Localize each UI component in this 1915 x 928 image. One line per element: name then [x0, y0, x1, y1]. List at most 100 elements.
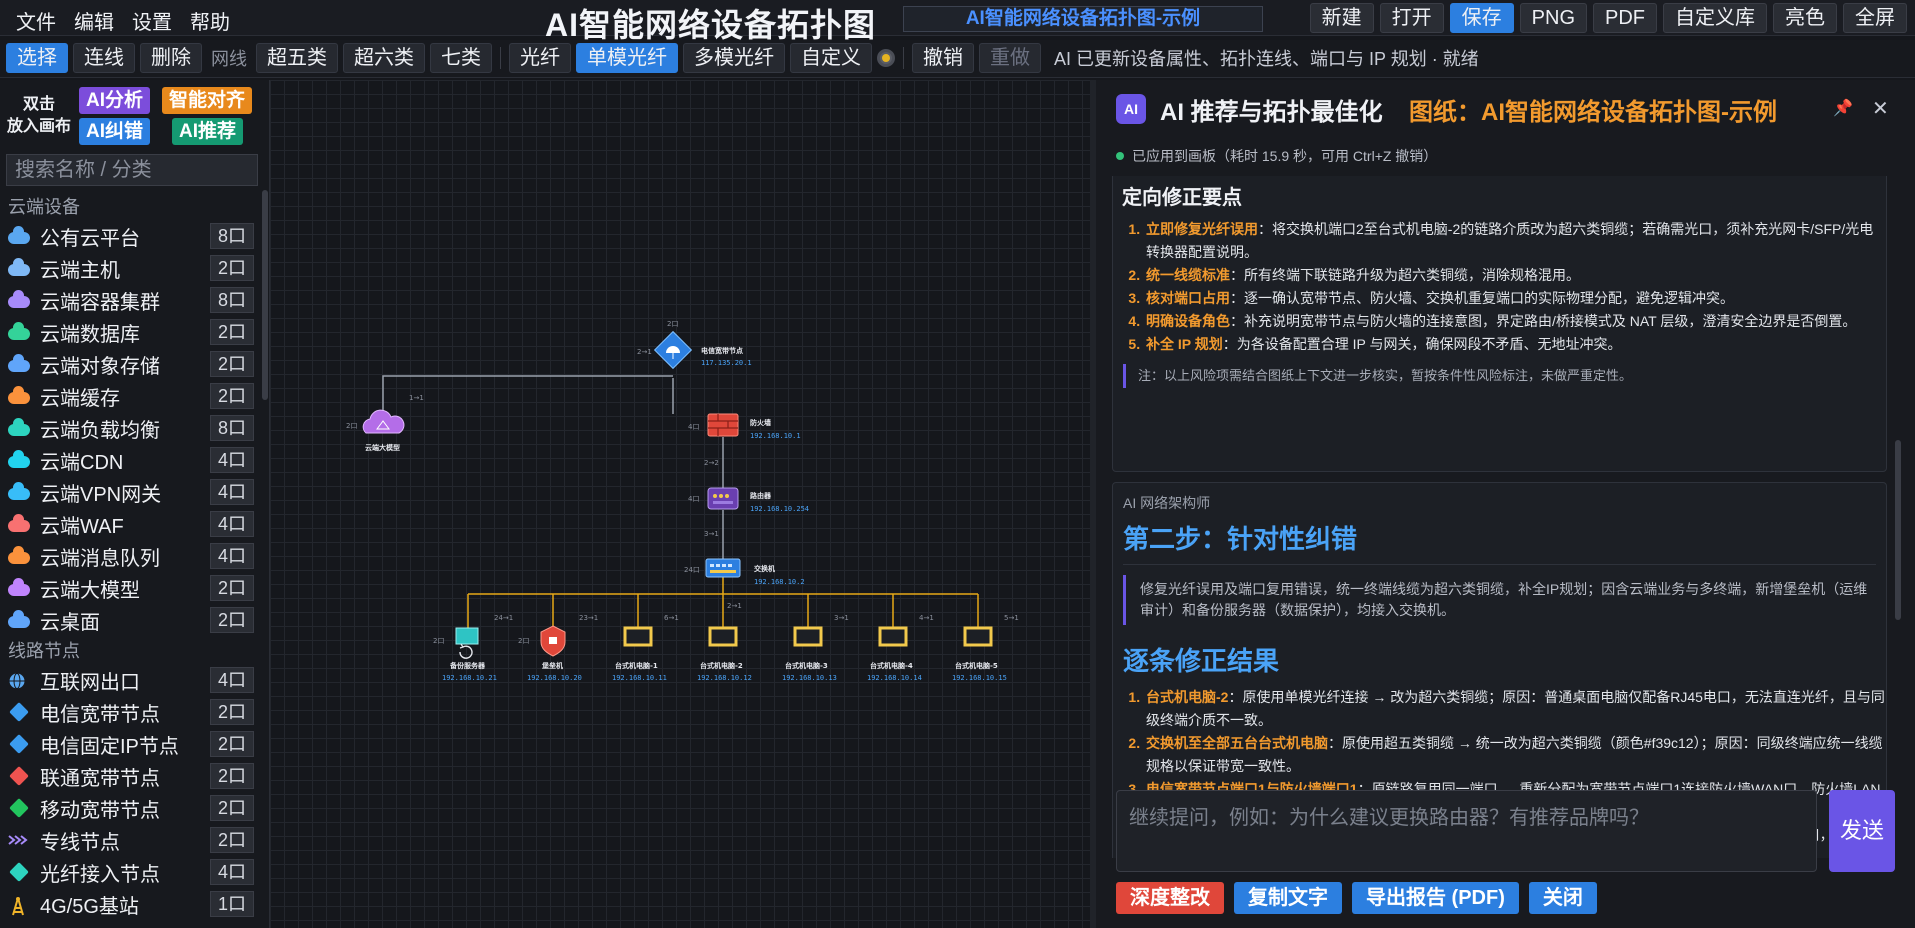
export-pdf-button[interactable]: PDF — [1593, 3, 1657, 33]
device-item[interactable]: 电信宽带节点 2口 — [0, 696, 262, 728]
fullscreen-button[interactable]: 全屏 — [1843, 3, 1907, 33]
device-item[interactable]: 4G/5G基站 1口 — [0, 888, 262, 920]
item-detail: ：补充说明宽带节点与防火墙的连接意图，界定路由/桥接模式及 NAT 层级，澄清安… — [1230, 313, 1857, 329]
fiber-button[interactable]: 光纤 — [509, 43, 571, 73]
device-item[interactable]: 专线节点 2口 — [0, 824, 262, 856]
node-name: 台式机电脑-4 — [870, 661, 913, 670]
device-item[interactable]: 公有云平台 8口 — [0, 220, 262, 252]
node-ip: 192.168.10.20 — [527, 674, 582, 682]
link-switch-bus[interactable] — [468, 576, 978, 595]
node-pc-1[interactable]: 台式机电脑-1 192.168.10.11 — [612, 626, 667, 682]
device-item[interactable]: 云端主机 2口 — [0, 252, 262, 284]
select-tool[interactable]: 选择 — [6, 43, 68, 73]
node-pc-3[interactable]: 台式机电脑-3 192.168.10.13 — [782, 626, 837, 682]
node-telecom-broadband[interactable]: 2口 2→1 电信宽带节点 117.135.20.1 — [637, 320, 752, 370]
node-backup-server[interactable]: 2口 备份服务器 192.168.10.21 — [433, 627, 497, 682]
pin-icon[interactable]: 📌 — [1833, 98, 1853, 118]
topology-canvas[interactable]: 1→1 2→2 3→1 24→1 23→1 6→1 2→1 3→1 4→1 5→… — [270, 80, 1090, 928]
export-png-button[interactable]: PNG — [1519, 3, 1587, 33]
cat7-button[interactable]: 七类 — [430, 43, 492, 73]
device-item[interactable]: 云端消息队列 4口 — [0, 540, 262, 572]
export-report-button[interactable]: 导出报告 (PDF) — [1352, 882, 1519, 914]
cat6-button[interactable]: 超六类 — [343, 43, 425, 73]
device-item[interactable]: 云端CDN 4口 — [0, 444, 262, 476]
device-item[interactable]: 移动宽带节点 2口 — [0, 792, 262, 824]
link-icon — [8, 832, 30, 848]
device-item[interactable]: 云端缓存 2口 — [0, 380, 262, 412]
close-panel-button[interactable]: 关闭 — [1528, 882, 1597, 914]
node-firewall[interactable]: 4口 防火墙 192.168.10.1 — [688, 413, 801, 440]
custom-library-button[interactable]: 自定义库 — [1663, 3, 1767, 33]
results-heading: 逐条修正结果 — [1123, 646, 1280, 676]
device-item[interactable]: 互联网出口 4口 — [0, 664, 262, 696]
top-actions: 新建 打开 保存 PNG PDF 自定义库 亮色 全屏 — [1309, 3, 1907, 33]
send-button[interactable]: 发送 — [1829, 790, 1895, 872]
device-item[interactable]: 云端容器集群 8口 — [0, 284, 262, 316]
menu-help[interactable]: 帮助 — [182, 4, 238, 37]
menu-settings[interactable]: 设置 — [124, 4, 180, 37]
device-name: 光纤接入节点 — [40, 863, 160, 886]
new-button[interactable]: 新建 — [1309, 3, 1374, 33]
list-item: 明确设备角色：补充说明宽带节点与防火墙的连接意图，界定路由/桥接模式及 NAT … — [1144, 310, 1886, 333]
device-search-input[interactable] — [6, 154, 258, 186]
link-telecom-cloud-llm[interactable] — [382, 375, 673, 415]
ai-fix-button[interactable]: AI纠错 — [79, 118, 151, 145]
multi-mode-fiber-button[interactable]: 多模光纤 — [683, 43, 785, 73]
device-item[interactable]: 云端VPN网关 4口 — [0, 476, 262, 508]
node-router[interactable]: 4口 路由器 192.168.10.254 — [688, 487, 809, 513]
device-list: 云端设备 公有云平台 8口 云端主机 2口 云端容器集群 8口 云端数据库 2口 云端对象存储 2口… — [0, 192, 262, 928]
panel-scrollbar[interactable] — [1895, 440, 1901, 620]
menu-edit[interactable]: 编辑 — [66, 4, 122, 37]
connect-tool[interactable]: 连线 — [73, 43, 135, 73]
deep-fix-button[interactable]: 深度整改 — [1116, 882, 1224, 914]
save-button[interactable]: 保存 — [1449, 3, 1514, 33]
redo-button[interactable]: 重做 — [979, 43, 1041, 73]
menu-file[interactable]: 文件 — [8, 4, 64, 37]
delete-tool[interactable]: 删除 — [140, 43, 202, 73]
cat5e-button[interactable]: 超五类 — [256, 43, 338, 73]
single-mode-fiber-button[interactable]: 单模光纤 — [576, 43, 678, 73]
divider — [903, 47, 904, 69]
node-bastion-host[interactable]: 2口 堡垒机 192.168.10.20 — [518, 625, 582, 682]
device-item[interactable]: 云端数据库 2口 — [0, 316, 262, 348]
follow-up-input[interactable] — [1116, 790, 1817, 872]
device-name: 云端主机 — [40, 259, 120, 282]
device-item[interactable]: 云桌面 2口 — [0, 604, 262, 636]
undo-button[interactable]: 撤销 — [912, 43, 974, 73]
item-title: 明确设备角色 — [1146, 313, 1230, 329]
device-item[interactable]: 光纤接入节点 4口 — [0, 856, 262, 888]
close-icon[interactable]: ✕ — [1872, 96, 1889, 121]
port-count-badge: 1口 — [210, 891, 254, 917]
sidebar-scrollbar[interactable] — [262, 190, 268, 400]
device-item[interactable]: 电信固定IP节点 2口 — [0, 728, 262, 760]
copy-text-button[interactable]: 复制文字 — [1234, 882, 1342, 914]
category-line-nodes[interactable]: 线路节点 — [0, 636, 262, 664]
device-item[interactable]: 云端负载均衡 8口 — [0, 412, 262, 444]
link-label-pc3: 3→1 — [834, 614, 849, 622]
node-ip: 192.168.10.21 — [442, 674, 497, 682]
item-title: 立即修复光纤误用 — [1146, 221, 1258, 237]
node-switch[interactable]: 24口 交换机 192.168.10.2 — [684, 558, 805, 586]
light-theme-button[interactable]: 亮色 — [1773, 3, 1837, 33]
device-name: 联通宽带节点 — [40, 767, 160, 790]
ai-analyze-button[interactable]: AI分析 — [79, 87, 151, 114]
open-button[interactable]: 打开 — [1379, 3, 1444, 33]
device-item[interactable]: 云端对象存储 2口 — [0, 348, 262, 380]
node-pc-5[interactable]: 台式机电脑-5 192.168.10.15 — [952, 626, 1007, 682]
diamond-icon — [8, 702, 30, 722]
node-port-count: 4口 — [688, 423, 699, 431]
wire-color-picker-icon[interactable] — [877, 49, 895, 67]
port-count-badge: 2口 — [210, 607, 254, 633]
device-item[interactable]: 联通宽带节点 2口 — [0, 760, 262, 792]
ai-recommend-button[interactable]: AI推荐 — [172, 118, 244, 145]
node-cloud-llm[interactable]: 2口 云端大模型 — [346, 409, 405, 452]
custom-wire-button[interactable]: 自定义 — [790, 43, 872, 73]
device-item[interactable]: 云端大模型 2口 — [0, 572, 262, 604]
category-cloud-devices[interactable]: 云端设备 — [0, 192, 262, 220]
node-pc-2[interactable]: 台式机电脑-2 192.168.10.12 — [697, 626, 752, 682]
device-item[interactable]: 云端WAF 4口 — [0, 508, 262, 540]
device-name: 云端数据库 — [40, 323, 140, 346]
node-pc-4[interactable]: 台式机电脑-4 192.168.10.14 — [867, 626, 922, 682]
document-name-field[interactable]: AI智能网络设备拓扑图-示例 — [903, 6, 1263, 32]
smart-align-button[interactable]: 智能对齐 — [162, 87, 253, 114]
